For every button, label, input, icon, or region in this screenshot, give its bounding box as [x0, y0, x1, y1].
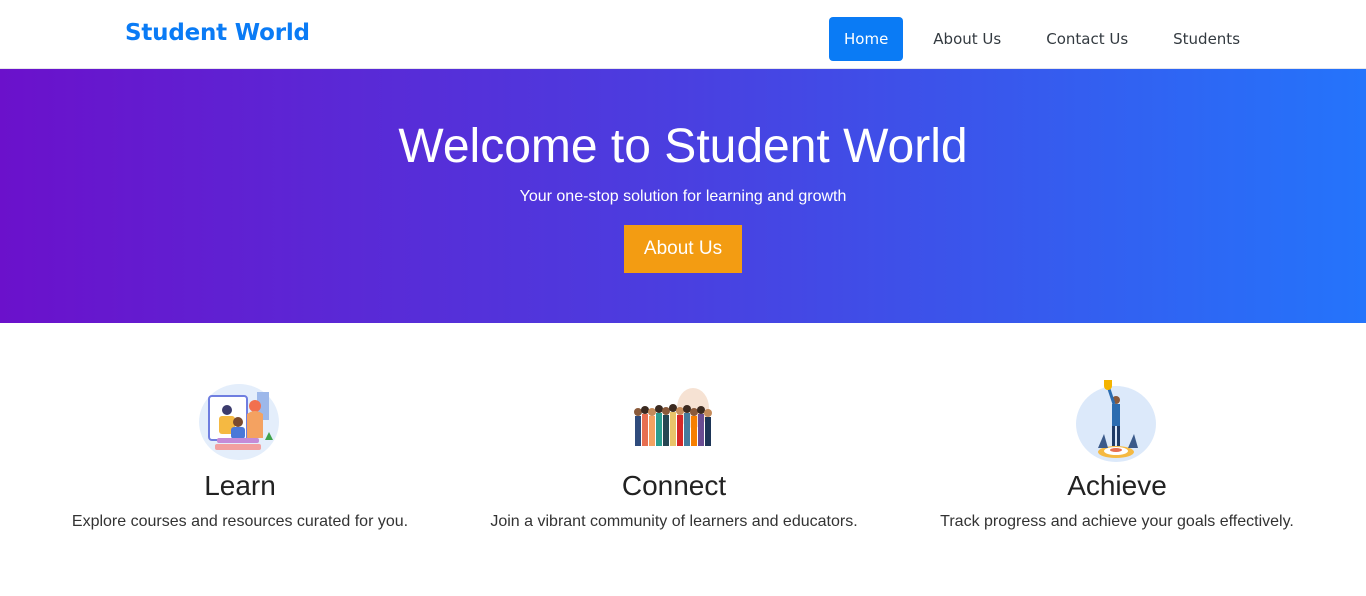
navbar: Student World Home About Us Contact Us S… [0, 0, 1366, 69]
hero-banner: Welcome to Student World Your one-stop s… [0, 69, 1366, 323]
learning-illustration-icon [195, 378, 285, 464]
feature-connect: Connect Join a vibrant community of lear… [454, 378, 894, 532]
brand-logo[interactable]: Student World [125, 20, 310, 46]
hero-title: Welcome to Student World [398, 120, 968, 173]
feature-learn: Learn Explore courses and resources cura… [20, 378, 460, 532]
community-people-illustration-icon [629, 378, 719, 464]
feature-description: Explore courses and resources curated fo… [71, 513, 409, 530]
feature-title: Learn [204, 470, 276, 501]
nav-link-about-us[interactable]: About Us [918, 17, 1016, 61]
feature-title: Achieve [1067, 470, 1167, 501]
feature-achieve: Achieve Track progress and achieve your … [897, 378, 1337, 532]
nav-link-contact-us[interactable]: Contact Us [1031, 17, 1143, 61]
nav-menu: Home About Us Contact Us Students [829, 17, 1255, 61]
hero-subtitle: Your one-stop solution for learning and … [519, 188, 847, 205]
feature-description: Join a vibrant community of learners and… [490, 513, 858, 530]
feature-title: Connect [621, 470, 727, 501]
nav-link-students[interactable]: Students [1158, 17, 1255, 61]
nav-link-home[interactable]: Home [829, 17, 904, 61]
about-us-button[interactable]: About Us [624, 225, 742, 273]
feature-description: Track progress and achieve your goals ef… [940, 513, 1294, 530]
achievement-target-illustration-icon [1072, 378, 1162, 464]
